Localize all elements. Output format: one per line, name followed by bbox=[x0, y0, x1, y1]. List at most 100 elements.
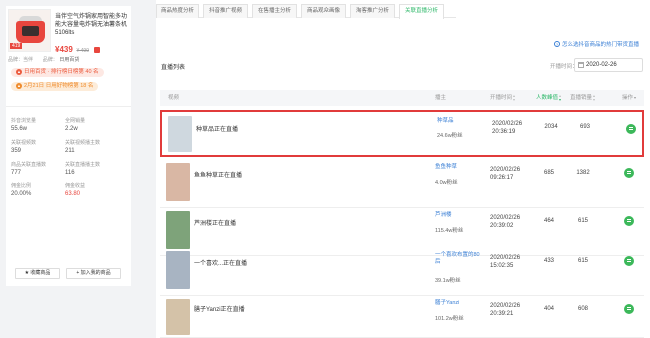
start-time: 2020/02/26 09:26:17 bbox=[490, 166, 530, 182]
stat-commission-rate: 佣金比例 20.00% bbox=[11, 182, 56, 199]
start-date: 2020/02/26 bbox=[490, 215, 521, 221]
product-panel: 419 当伴空气炸锅家用智能多功能大容量电炸锅无油薯条机5106lts ¥439… bbox=[6, 6, 131, 286]
detail-icon[interactable] bbox=[624, 168, 634, 178]
live-thumbnail[interactable] bbox=[166, 251, 190, 289]
stat-views: 抖音浏览量 55.6w bbox=[11, 117, 56, 134]
stat-label: 关联视频播主数 bbox=[65, 140, 101, 146]
host-fans: 115.4w粉丝 bbox=[435, 228, 464, 234]
start-time: 2020/02/26 20:39:21 bbox=[490, 302, 530, 318]
start-date: 2020/02/26 bbox=[490, 303, 521, 309]
host-name[interactable]: 芦洲楼 bbox=[435, 212, 485, 219]
date-value: 2020-02-26 bbox=[586, 62, 617, 68]
tab-promo-videos[interactable]: 抖音推广视频 bbox=[203, 4, 248, 18]
tab-audience[interactable]: 商品观众画像 bbox=[301, 4, 346, 18]
table-row[interactable]: 鱼鱼种草正在直播 鱼鱼种草 4.0w粉丝 2020/02/26 09:26:17 … bbox=[160, 158, 644, 208]
stat-value: 359 bbox=[11, 148, 22, 154]
col-sales-label: 直播销量 bbox=[570, 95, 593, 101]
col-start-time-label: 开播时间 bbox=[490, 95, 513, 101]
product-image-tag: 419 bbox=[10, 43, 23, 49]
start-date: 2020/02/26 bbox=[490, 167, 521, 173]
stat-sales: 全网销量 2.2w bbox=[65, 117, 110, 134]
stat-value: 20.00% bbox=[11, 191, 32, 197]
live-sales: 608 bbox=[577, 306, 588, 312]
stat-label: 佣金比例 bbox=[11, 183, 32, 189]
detail-icon[interactable] bbox=[624, 216, 634, 226]
host-fans: 4.0w粉丝 bbox=[435, 180, 458, 186]
start-time: 2020/02/26 20:39:02 bbox=[490, 214, 530, 230]
viewers-peak: 433 bbox=[543, 258, 554, 264]
stat-lives: 商品关联直播数 777 bbox=[11, 161, 56, 178]
tab-host-analysis[interactable]: 在售播主分析 bbox=[252, 4, 297, 18]
tab-product-heat[interactable]: 商品热度分析 bbox=[156, 4, 199, 18]
stat-label: 佣金收益 bbox=[65, 183, 86, 189]
live-title[interactable]: 芦洲楼正在直播 bbox=[194, 218, 236, 227]
live-title[interactable]: 种草品正在直播 bbox=[196, 124, 238, 133]
col-host: 播主 bbox=[435, 95, 447, 101]
list-title: 直播列表 bbox=[161, 65, 186, 71]
tab-live-analysis[interactable]: 关联直播分析 bbox=[399, 4, 444, 19]
rank-badge-daily[interactable]: ▲ 日用百货 · 排行榜日榜第 40 名 bbox=[11, 68, 104, 77]
host-name[interactable]: 膳子Yanzi bbox=[435, 300, 485, 307]
live-title[interactable]: 膳子Yanzi正在直播 bbox=[194, 304, 245, 313]
viewers-peak: 2034 bbox=[544, 124, 558, 130]
stat-live-hosts: 关联直播播主数 116 bbox=[65, 161, 110, 178]
host-fans: 101.2w粉丝 bbox=[435, 316, 464, 322]
start-time: 2020/02/26 15:02:35 bbox=[490, 254, 530, 270]
stat-video-hosts: 关联视频播主数 211 bbox=[65, 139, 110, 156]
live-title[interactable]: 一个喜欢...正在直播 bbox=[194, 258, 247, 267]
stat-label: 全网销量 bbox=[65, 118, 86, 124]
help-link[interactable]: ? 怎么选抖音商品的热门带货直播 bbox=[553, 40, 639, 48]
stat-value: 63.80 bbox=[65, 191, 81, 197]
start-time: 2020/02/26 20:36:19 bbox=[492, 120, 532, 136]
live-thumbnail[interactable] bbox=[166, 163, 190, 201]
tab-taoke[interactable]: 淘客推广分析 bbox=[350, 4, 395, 18]
tab-bar: 商品热度分析 抖音推广视频 在售播主分析 商品观众画像 淘客推广分析 关联直播分… bbox=[156, 4, 456, 19]
stat-label: 商品关联直播数 bbox=[11, 162, 47, 168]
table-row[interactable]: 一个喜欢...正在直播 一个喜欢布置的80后 39.1w粉丝 2020/02/2… bbox=[160, 246, 644, 296]
stat-label: 关联直播播主数 bbox=[65, 162, 101, 168]
divider bbox=[6, 106, 131, 107]
live-sales: 1382 bbox=[576, 170, 590, 176]
stat-value: 116 bbox=[65, 170, 75, 176]
col-sales[interactable]: 直播销量 bbox=[570, 90, 596, 106]
table-row[interactable]: 膳子Yanzi正在直播 膳子Yanzi 101.2w粉丝 2020/02/26 2… bbox=[160, 294, 644, 338]
product-title[interactable]: 当伴空气炸锅家用智能多功能大容量电炸锅无油薯条机5106lts bbox=[55, 13, 131, 37]
rank-badge-goods[interactable]: ▲ 2月21日 日用好物榜第 18 名 bbox=[11, 82, 99, 91]
category-label: 品牌： bbox=[42, 57, 58, 63]
host-name[interactable]: 种草品 bbox=[437, 118, 487, 125]
live-thumbnail[interactable] bbox=[166, 211, 190, 249]
main-panel: 商品热度分析 抖音推广视频 在售播主分析 商品观众画像 淘客推广分析 关联直播分… bbox=[156, 0, 650, 338]
host-name[interactable]: 鱼鱼种草 bbox=[435, 164, 485, 171]
start-clock: 20:36:19 bbox=[492, 129, 516, 135]
col-start-time[interactable]: 开播时间 bbox=[490, 90, 516, 106]
calendar-icon bbox=[578, 62, 584, 68]
fire-icon: ▲ bbox=[16, 69, 22, 75]
col-viewers[interactable]: 人数峰值 bbox=[536, 90, 562, 106]
stat-value: 211 bbox=[65, 148, 75, 154]
date-picker[interactable]: 2020-02-26 bbox=[574, 58, 643, 72]
sort-icon bbox=[593, 94, 596, 101]
add-my-products-button[interactable]: + 加入我的商品 bbox=[66, 268, 121, 279]
rank-badge-daily-text: 日用百货 · 排行榜日榜第 40 名 bbox=[24, 69, 99, 75]
sort-icon bbox=[513, 94, 516, 101]
start-date: 2020/02/26 bbox=[490, 255, 521, 261]
detail-icon[interactable] bbox=[624, 304, 634, 314]
stat-commission: 佣金收益 63.80 bbox=[65, 182, 110, 199]
detail-icon[interactable] bbox=[626, 124, 636, 134]
stat-label: 抖音浏览量 bbox=[11, 118, 37, 124]
product-old-price: ¥ 499 bbox=[76, 48, 89, 54]
product-image[interactable]: 419 bbox=[8, 9, 51, 52]
live-thumbnail[interactable] bbox=[166, 299, 190, 335]
col-video: 视频 bbox=[168, 95, 180, 101]
stat-value: 55.6w bbox=[11, 126, 28, 132]
col-viewers-label: 人数峰值 bbox=[536, 95, 559, 101]
live-title[interactable]: 鱼鱼种草正在直播 bbox=[194, 170, 242, 179]
start-clock: 15:02:35 bbox=[490, 263, 514, 269]
col-action: 操作 bbox=[622, 90, 637, 106]
host-name[interactable]: 一个喜欢布置的80后 bbox=[435, 252, 485, 266]
detail-icon[interactable] bbox=[624, 256, 634, 266]
table-row[interactable]: 种草品正在直播 种草品 24.6w粉丝 2020/02/26 20:36:19 2… bbox=[160, 110, 644, 157]
col-action-label: 操作 bbox=[622, 95, 634, 101]
favorite-button[interactable]: ★ 收藏商品 bbox=[15, 268, 60, 279]
live-thumbnail[interactable] bbox=[168, 116, 192, 152]
